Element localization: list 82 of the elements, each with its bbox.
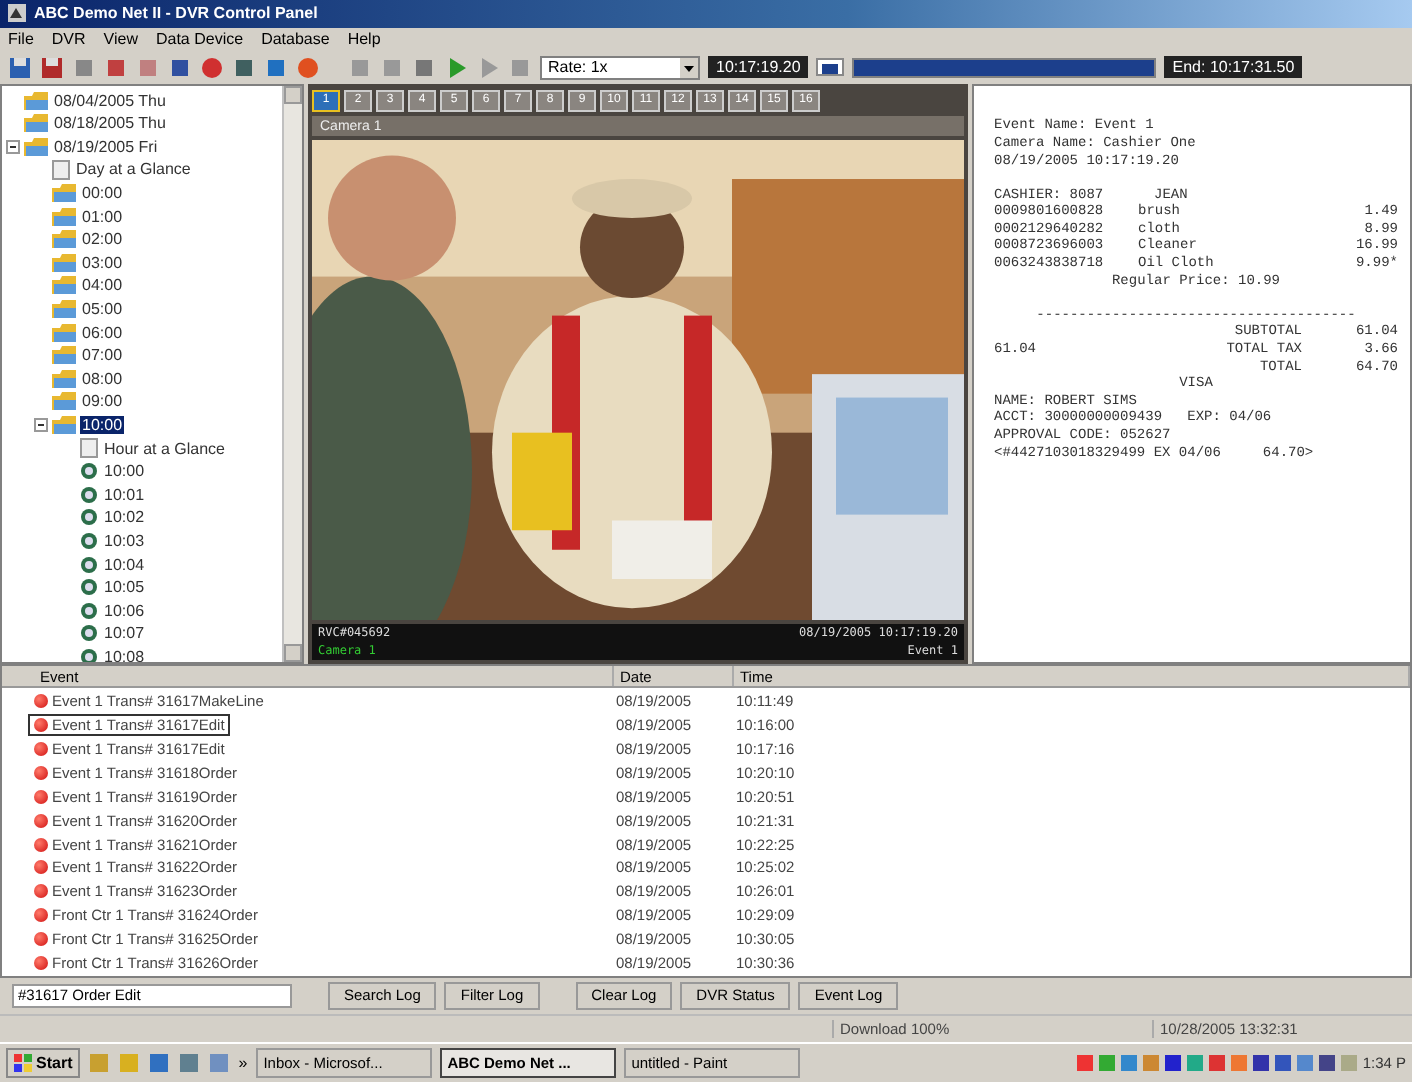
tree-item[interactable]: 08:00 [80, 369, 125, 388]
folder-icon [52, 415, 76, 434]
windows-logo-icon [14, 1054, 32, 1073]
step-forward-icon[interactable] [476, 55, 500, 80]
tree-item[interactable]: 00:00 [80, 184, 125, 202]
folder-icon [52, 276, 76, 295]
event-dot-icon [34, 932, 48, 947]
tree-item[interactable]: 05:00 [80, 299, 125, 318]
tree-item[interactable]: 08/04/2005 Thu [52, 91, 168, 110]
tree-item[interactable]: 10:00 [102, 462, 147, 481]
quick-launch-icon[interactable] [88, 1052, 111, 1075]
slider-thumb-icon[interactable] [816, 58, 845, 77]
tree-item[interactable]: 10:02 [102, 508, 147, 527]
tree-item[interactable]: 10:06 [102, 601, 147, 620]
menu-item[interactable]: Database [261, 30, 330, 49]
event-dot-icon [34, 717, 48, 732]
folder-icon [24, 114, 48, 133]
quick-launch-icon[interactable] [208, 1052, 231, 1075]
tree-item[interactable]: 10:07 [102, 624, 147, 643]
tree-item[interactable]: 03:00 [80, 253, 125, 272]
folder-icon [52, 253, 76, 272]
folder-icon [52, 299, 76, 318]
event-dot-icon [34, 693, 48, 708]
quick-launch-icon[interactable] [178, 1052, 201, 1075]
clock-icon [80, 647, 98, 663]
start-button[interactable]: Start [6, 1048, 81, 1079]
folder-icon [24, 91, 48, 110]
tree-item[interactable]: 10:03 [102, 531, 147, 550]
collapse-icon[interactable] [34, 417, 48, 432]
quick-launch-icon[interactable] [148, 1052, 171, 1075]
collapse-icon[interactable] [6, 139, 20, 154]
record-icon[interactable] [200, 55, 224, 80]
event-dot-icon [34, 884, 48, 899]
event-dot-icon [34, 908, 48, 923]
menu-item[interactable]: DVR [51, 30, 86, 49]
event-dot-icon [34, 956, 48, 971]
menu-item[interactable]: View [103, 30, 138, 49]
tree-item[interactable]: 02:00 [80, 230, 125, 249]
folder-icon [52, 184, 76, 202]
save-icon[interactable] [8, 55, 32, 80]
more-chevron[interactable]: » [238, 1054, 248, 1073]
folder-icon [52, 323, 76, 342]
event-dot-icon [34, 789, 48, 804]
event-dot-icon [34, 741, 48, 756]
tree-item[interactable]: 08/19/2005 Fri [52, 137, 160, 156]
window-title: ABC Demo Net II - DVR Control Panel [34, 4, 318, 23]
folder-icon [24, 137, 48, 156]
app-icon [8, 4, 26, 23]
current-time: 10:17:19.20 [708, 56, 809, 79]
page-icon [80, 438, 98, 459]
tree-item[interactable]: 10:08 [102, 647, 147, 663]
event-dot-icon [34, 837, 48, 852]
end-time: End: 10:17:31.50 [1164, 56, 1303, 79]
event-dot-icon [34, 860, 48, 875]
tree-item[interactable]: 09:00 [80, 392, 125, 411]
scrollbar[interactable] [282, 86, 302, 663]
menu-item[interactable]: File [8, 30, 34, 49]
tree-item[interactable]: 10:01 [102, 485, 147, 504]
tree-item[interactable]: 01:00 [80, 207, 125, 226]
folder-icon [52, 369, 76, 388]
menu-item[interactable]: Help [347, 30, 381, 49]
caret-icon [680, 57, 698, 78]
tree-item[interactable]: 08/18/2005 Thu [52, 114, 168, 133]
event-dot-icon [34, 765, 48, 780]
menu-item[interactable]: Data Device [155, 30, 244, 49]
save-icon[interactable] [40, 55, 64, 80]
tree-item[interactable]: 10:00 [80, 415, 125, 434]
event-dot-icon [34, 813, 48, 828]
play-icon[interactable] [444, 55, 468, 80]
tree-item[interactable]: 04:00 [80, 276, 125, 295]
tree-item[interactable]: 10:04 [102, 555, 147, 573]
tree-item[interactable]: 07:00 [80, 346, 125, 365]
tree-item[interactable]: Day at a Glance [74, 160, 193, 179]
tree-item[interactable]: Hour at a Glance [102, 439, 227, 458]
page-icon [52, 159, 70, 180]
folder-icon [52, 230, 76, 249]
folder-icon [52, 207, 76, 226]
tree-item[interactable]: 10:05 [102, 578, 147, 597]
tree-item[interactable]: 06:00 [80, 323, 125, 342]
folder-icon [52, 392, 76, 411]
folder-icon [52, 346, 76, 365]
rate-dropdown[interactable]: Rate: 1x [540, 55, 700, 80]
